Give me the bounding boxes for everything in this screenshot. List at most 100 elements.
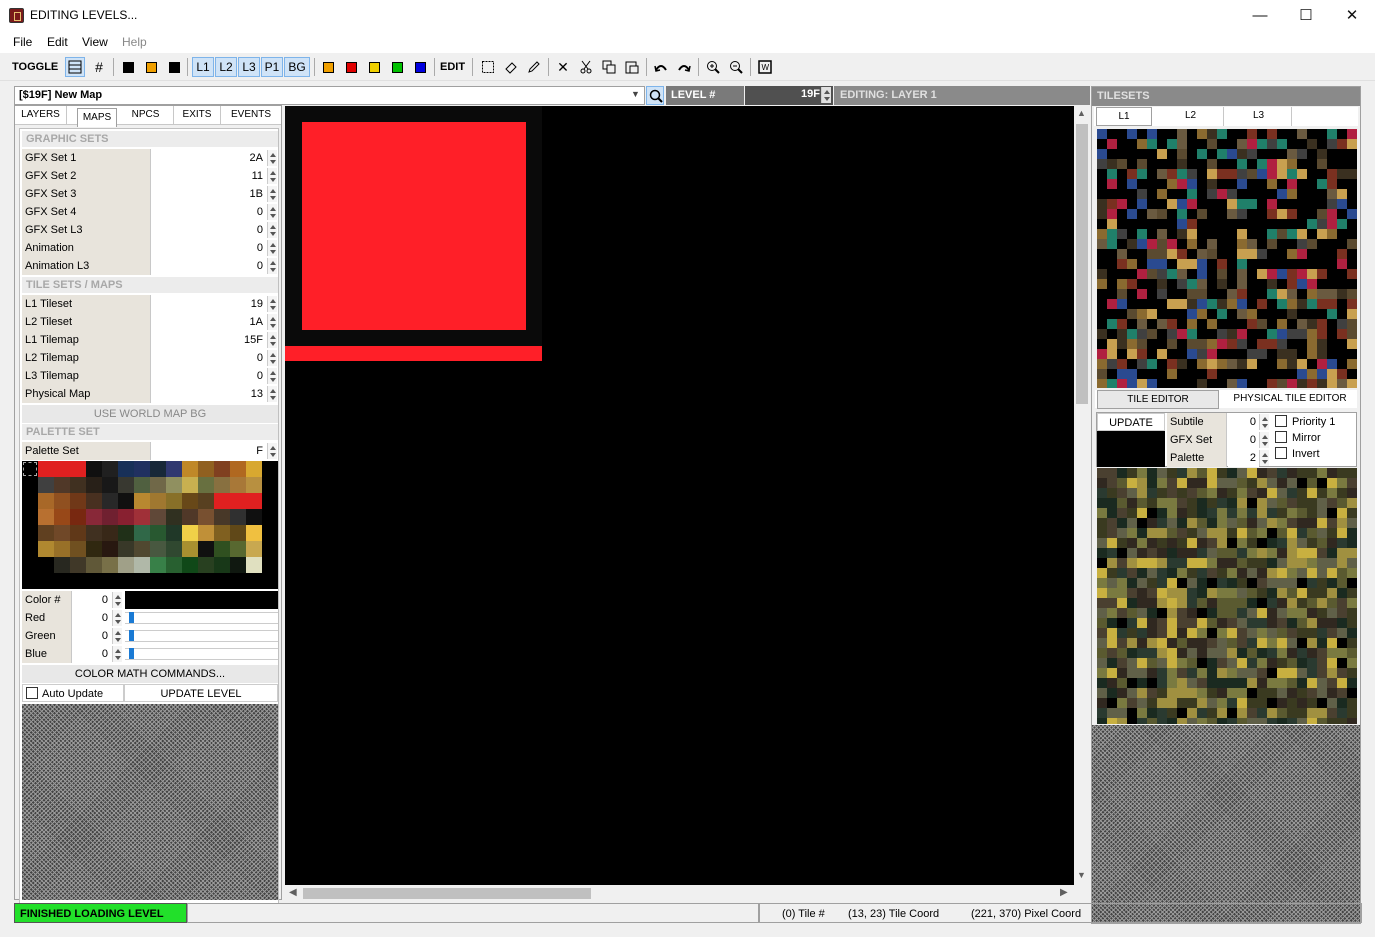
palette-swatch[interactable] bbox=[38, 493, 54, 509]
palette-swatch[interactable] bbox=[70, 525, 86, 541]
palette-swatch[interactable] bbox=[214, 477, 230, 493]
palette-swatch[interactable] bbox=[134, 525, 150, 541]
update-level-button[interactable]: UPDATE LEVEL bbox=[124, 684, 278, 702]
tab-tile-editor[interactable]: TILE EDITOR bbox=[1097, 390, 1219, 409]
palette-swatch[interactable] bbox=[70, 461, 86, 477]
palette-swatch[interactable] bbox=[22, 461, 38, 477]
palette-swatch[interactable] bbox=[230, 477, 246, 493]
palette-swatch[interactable] bbox=[262, 509, 278, 525]
l2-tileset-spin[interactable] bbox=[267, 314, 277, 330]
l1-tileset-spin[interactable] bbox=[267, 296, 277, 312]
mirror-check-box[interactable] bbox=[1275, 431, 1287, 443]
green-field[interactable]: 0 bbox=[73, 627, 111, 645]
palette-swatch[interactable] bbox=[230, 557, 246, 573]
palette-swatch[interactable] bbox=[150, 493, 166, 509]
layer-l1-button[interactable]: L1 bbox=[192, 57, 214, 77]
palette-swatch[interactable] bbox=[230, 461, 246, 477]
palette-swatch[interactable] bbox=[166, 477, 182, 493]
animation-field[interactable]: 0 bbox=[152, 239, 266, 257]
palette-swatch[interactable] bbox=[230, 493, 246, 509]
auto-update-check-box[interactable] bbox=[26, 687, 38, 699]
gfx-set-2-spin[interactable] bbox=[267, 168, 277, 184]
layer-l3-button[interactable]: L3 bbox=[238, 57, 260, 77]
palette-swatch[interactable] bbox=[262, 541, 278, 557]
palette-swatch[interactable] bbox=[38, 541, 54, 557]
palette-swatch[interactable] bbox=[182, 525, 198, 541]
tab-npcs[interactable]: NPCS bbox=[118, 106, 174, 125]
menu-edit[interactable]: Edit bbox=[47, 35, 68, 49]
palette-swatch[interactable] bbox=[246, 541, 262, 557]
layer-bg-button[interactable]: BG bbox=[284, 57, 310, 77]
palette-swatch[interactable] bbox=[54, 541, 70, 557]
tab-layers[interactable]: LAYERS bbox=[15, 106, 67, 125]
gfx-set-l3-spin[interactable] bbox=[267, 222, 277, 238]
palette-swatch[interactable] bbox=[86, 525, 102, 541]
color-button-orange[interactable] bbox=[318, 57, 338, 77]
palette-swatch[interactable] bbox=[166, 461, 182, 477]
palette-swatch[interactable] bbox=[166, 493, 182, 509]
blue-slider-thumb[interactable] bbox=[129, 648, 134, 659]
palette-swatch[interactable] bbox=[166, 557, 182, 573]
palette-swatch[interactable] bbox=[246, 557, 262, 573]
eraser-tool-button[interactable] bbox=[501, 57, 521, 77]
palette-swatch[interactable] bbox=[150, 557, 166, 573]
gfx-set-1-spin[interactable] bbox=[267, 150, 277, 166]
palette-swatch[interactable] bbox=[166, 541, 182, 557]
l1-tilemap-field[interactable]: 15F bbox=[152, 331, 266, 349]
physical-map-field[interactable]: 13 bbox=[152, 385, 266, 403]
palette-swatch[interactable] bbox=[246, 477, 262, 493]
gfx-set-3-spin[interactable] bbox=[267, 186, 277, 202]
palette-swatch[interactable] bbox=[86, 477, 102, 493]
maximize-button[interactable]: ☐ bbox=[1283, 0, 1329, 31]
palette-swatch[interactable] bbox=[38, 477, 54, 493]
update-tile-button[interactable]: UPDATE bbox=[1097, 413, 1165, 431]
palette-swatch[interactable] bbox=[86, 509, 102, 525]
palette-swatch[interactable] bbox=[214, 525, 230, 541]
menu-view[interactable]: View bbox=[82, 35, 108, 49]
palette-swatch[interactable] bbox=[54, 461, 70, 477]
palette-swatch[interactable] bbox=[182, 541, 198, 557]
palette-swatch[interactable] bbox=[38, 509, 54, 525]
palette-swatch[interactable] bbox=[150, 461, 166, 477]
animation-l3-spin[interactable] bbox=[267, 258, 277, 274]
blue-slider[interactable] bbox=[125, 648, 278, 660]
palette-swatch[interactable] bbox=[182, 477, 198, 493]
swatch-button-3[interactable] bbox=[164, 57, 184, 77]
l2-tilemap-field[interactable]: 0 bbox=[152, 349, 266, 367]
palette-swatch[interactable] bbox=[102, 541, 118, 557]
palette-swatch[interactable] bbox=[214, 541, 230, 557]
palette-swatch[interactable] bbox=[70, 509, 86, 525]
palette-swatch[interactable] bbox=[150, 509, 166, 525]
l1-tileset-field[interactable]: 19 bbox=[152, 295, 266, 313]
palette-swatch[interactable] bbox=[102, 461, 118, 477]
tab-tileset-l1[interactable]: L1 bbox=[1096, 107, 1152, 126]
swatch-button-2[interactable] bbox=[141, 57, 161, 77]
color-math-commands-button[interactable]: COLOR MATH COMMANDS... bbox=[22, 665, 278, 683]
palette-swatch[interactable] bbox=[214, 509, 230, 525]
palette-swatch[interactable] bbox=[22, 493, 38, 509]
scroll-left-icon[interactable]: ◀ bbox=[289, 887, 297, 898]
palette-swatch[interactable] bbox=[102, 477, 118, 493]
color-button-red[interactable] bbox=[341, 57, 361, 77]
palette-swatch[interactable] bbox=[118, 541, 134, 557]
l2-tilemap-spin[interactable] bbox=[267, 350, 277, 366]
priority-check-box[interactable] bbox=[1275, 415, 1287, 427]
red-slider-thumb[interactable] bbox=[129, 612, 134, 623]
palette-swatch[interactable] bbox=[22, 525, 38, 541]
palette-swatch[interactable] bbox=[166, 509, 182, 525]
layer-l2-button[interactable]: L2 bbox=[215, 57, 237, 77]
hash-grid-button[interactable]: # bbox=[89, 57, 109, 77]
palette-swatch[interactable] bbox=[86, 541, 102, 557]
level-number-spinner[interactable]: 19F bbox=[745, 86, 833, 105]
palette-swatch[interactable] bbox=[182, 557, 198, 573]
palette-swatch[interactable] bbox=[246, 509, 262, 525]
palette-swatch[interactable] bbox=[54, 477, 70, 493]
gfx-set-3-field[interactable]: 1B bbox=[152, 185, 266, 203]
tab-tileset-l3[interactable]: L3 bbox=[1226, 107, 1292, 126]
selection-strip[interactable] bbox=[285, 346, 542, 361]
scroll-right-icon[interactable]: ▶ bbox=[1060, 887, 1068, 898]
palette-swatch[interactable] bbox=[134, 477, 150, 493]
palette-swatch[interactable] bbox=[262, 461, 278, 477]
palette-swatch[interactable] bbox=[198, 493, 214, 509]
palette-swatch[interactable] bbox=[134, 493, 150, 509]
